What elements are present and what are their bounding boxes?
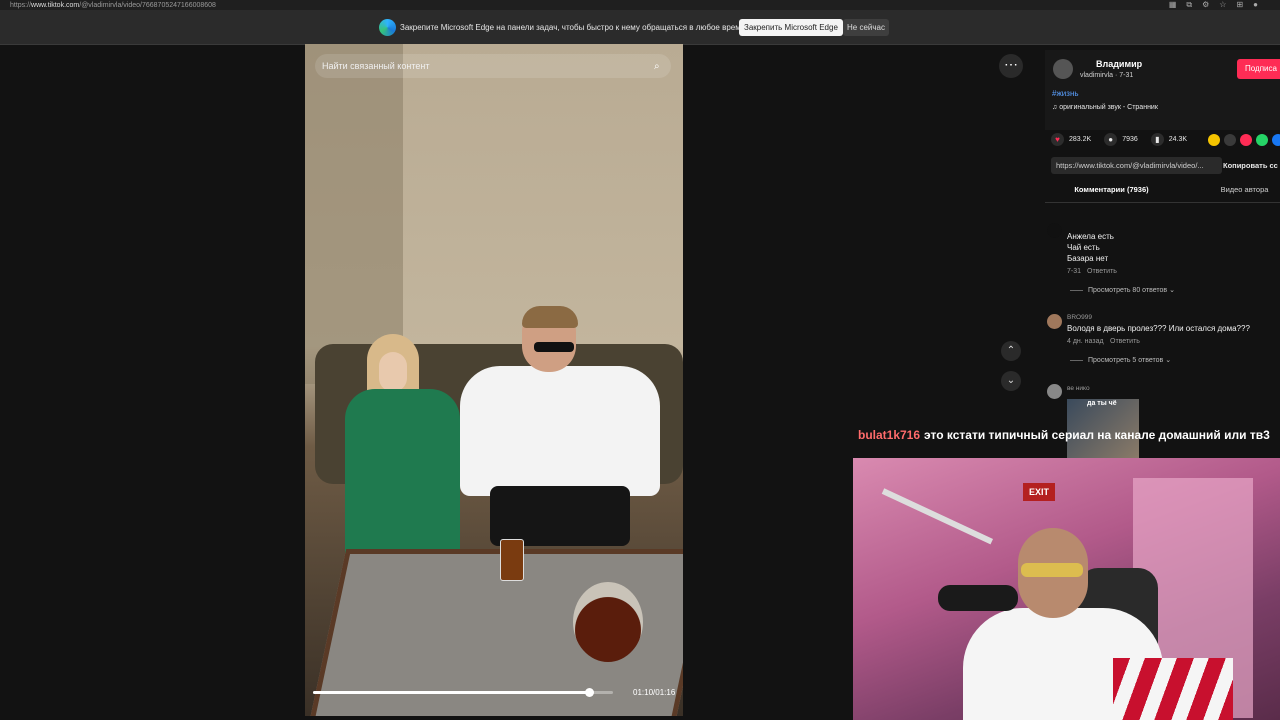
author-avatar[interactable] [1053, 59, 1073, 79]
apps-icon[interactable]: ▦ [1169, 0, 1177, 10]
video-scene-teapot [573, 582, 643, 662]
video-details-panel: Владимир vladimirvla · 7-31 Подписа #жиз… [1045, 50, 1280, 460]
hashtag-link[interactable]: #жизнь [1052, 89, 1079, 98]
video-link-field[interactable]: https://www.tiktok.com/@vladimirvla/vide… [1051, 157, 1222, 174]
reply-button[interactable]: Ответить [1087, 268, 1117, 275]
video-scene-man [460, 306, 660, 586]
settings-icon[interactable]: ⚙ [1202, 0, 1209, 10]
comment-avatar[interactable] [1047, 384, 1062, 399]
tab-comments[interactable]: Комментарии (7936) [1045, 183, 1178, 203]
comment-count: 7936 [1122, 136, 1138, 143]
author-name[interactable]: Владимир [1096, 59, 1142, 69]
edge-pin-notification: Закрепите Microsoft Edge на панели задач… [0, 10, 1280, 45]
comment-icon: ● [1104, 133, 1118, 146]
related-search-placeholder[interactable]: Найти связанный контент [322, 61, 429, 71]
previous-video-button[interactable]: ⌃ [1001, 341, 1021, 361]
edge-pin-message: Закрепите Microsoft Edge на панели задач… [400, 23, 746, 32]
embed-icon[interactable] [1224, 134, 1236, 146]
comment-username[interactable]: ве нико [1067, 385, 1090, 392]
like-count: 283.2K [1069, 136, 1092, 143]
video-progress-fill [313, 691, 589, 694]
bookmark-icon: ▮ [1150, 133, 1164, 146]
comment-avatar[interactable] [1047, 314, 1062, 329]
tab-divider [1045, 202, 1280, 203]
comment-text-line: Базара нет [1067, 254, 1109, 263]
favorites-icon[interactable]: ☆ [1219, 0, 1226, 10]
follow-button[interactable]: Подписа [1237, 59, 1280, 79]
edge-logo-icon [379, 19, 396, 36]
pin-edge-button[interactable]: Закрепить Microsoft Edge [739, 19, 843, 36]
sound-link[interactable]: ♫ оригинальный звук - Странник [1052, 104, 1158, 111]
share-buttons [1208, 134, 1280, 146]
author-card: Владимир vladimirvla · 7-31 Подписа #жиз… [1045, 50, 1280, 130]
search-icon[interactable]: ⌕ [654, 61, 660, 72]
comment-avatar[interactable] [1047, 223, 1062, 238]
comment-text-line: Анжела есть [1067, 232, 1114, 241]
exit-sign: EXIT [1023, 483, 1055, 501]
mic-arm [881, 488, 994, 545]
whatsapp-icon[interactable] [1256, 134, 1268, 146]
next-video-button[interactable]: ⌄ [1001, 371, 1021, 391]
copy-link-button[interactable]: Копировать сс [1223, 161, 1278, 170]
webcam-striped-cloth [1113, 658, 1233, 720]
comment-username[interactable]: BRO999 [1067, 314, 1092, 321]
video-progress-handle[interactable] [585, 688, 594, 697]
collections-icon[interactable]: ⊞ [1236, 0, 1243, 10]
profile-icon[interactable]: ● [1253, 0, 1258, 10]
address-bar[interactable]: https://www.tiktok.com/@vladimirvla/vide… [0, 0, 1280, 10]
video-scene-wall [305, 44, 403, 384]
chat-text: это кстати типичный сериал на канале дом… [924, 428, 1270, 442]
action-bar: ♥ 283.2K ● 7936 ▮ 24.3K [1051, 133, 1200, 146]
send-icon[interactable] [1240, 134, 1252, 146]
url-text[interactable]: https://www.tiktok.com/@vladimirvla/vide… [10, 2, 216, 9]
facebook-icon[interactable] [1272, 134, 1280, 146]
chat-username: bulat1k716 [858, 428, 921, 442]
like-button[interactable]: ♥ 283.2K [1051, 133, 1091, 146]
video-player[interactable]: Найти связанный контент ⌕ 01:10/01:16 [305, 44, 683, 716]
streamer-webcam: EXIT [853, 458, 1280, 720]
heart-icon: ♥ [1051, 133, 1064, 146]
stream-chat-message: bulat1k716 это кстати типичный сериал на … [858, 428, 1270, 442]
comment-text-line: Чай есть [1067, 243, 1100, 252]
comment-date: 7-31 [1067, 268, 1082, 275]
author-meta[interactable]: vladimirvla · 7-31 [1080, 72, 1133, 79]
save-button[interactable]: ▮ 24.3K [1150, 133, 1188, 146]
view-replies-button[interactable]: Просмотреть 5 ответов ⌄ [1070, 356, 1171, 364]
browser-toolbar: ▦ ⧉ ⚙ ☆ ⊞ ● [1169, 0, 1258, 10]
save-count: 24.3K [1168, 136, 1188, 143]
video-scene-glass [500, 539, 524, 581]
video-time: 01:10/01:16 [633, 688, 676, 697]
comment-button[interactable]: ● 7936 [1104, 133, 1138, 146]
more-options-button[interactable]: ⋯ [999, 54, 1023, 78]
extensions-icon[interactable]: ⧉ [1186, 0, 1192, 10]
share-button[interactable] [1208, 134, 1220, 146]
comment-gif-caption: да ты чё [1087, 400, 1117, 407]
comment-date: 4 дн. назад [1067, 338, 1104, 345]
not-now-button[interactable]: Не сейчас [843, 19, 889, 36]
reply-button[interactable]: Ответить [1110, 338, 1140, 345]
video-progress-bar[interactable] [313, 688, 613, 697]
tab-author-videos[interactable]: Видео автора [1178, 183, 1280, 202]
comment-text-line: Володя в дверь пролез??? Или остался дом… [1067, 324, 1250, 333]
webcam-glasses [1021, 563, 1083, 577]
microphone [938, 585, 1018, 611]
view-replies-button[interactable]: Просмотреть 80 ответов ⌄ [1070, 286, 1175, 294]
